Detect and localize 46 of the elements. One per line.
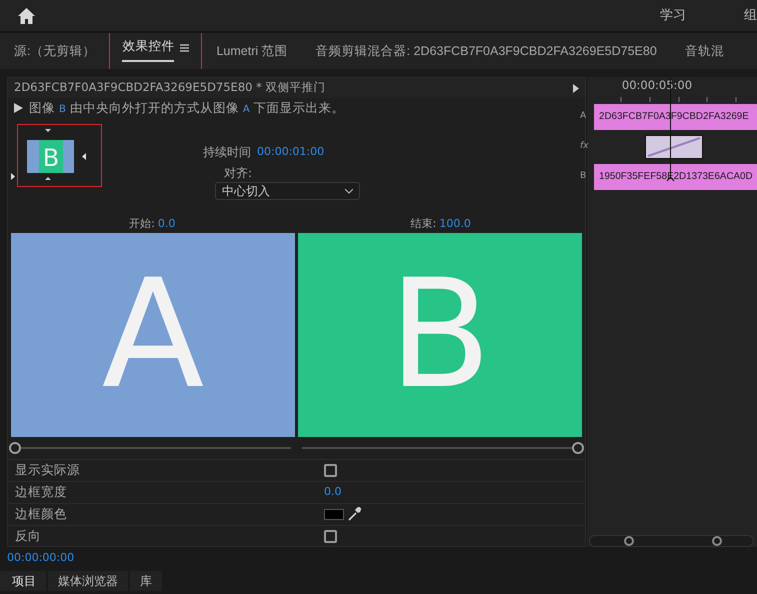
transition-clip[interactable] <box>645 135 703 159</box>
panel-tab[interactable]: 源:（无剪辑） <box>14 37 96 65</box>
preview-letter: B <box>388 260 492 410</box>
start-label: 开始: <box>129 216 155 232</box>
panel-tab[interactable]: 效果控件 <box>122 34 174 62</box>
timecode[interactable]: 00:00:00:00 <box>7 550 74 566</box>
end-label: 结束: <box>410 216 436 232</box>
description-text: 图像 B 由中央向外打开的方式从图像 A 下面显示出来。 <box>29 98 345 117</box>
property-label: 显示实际源 <box>15 461 80 480</box>
track-label: B <box>580 170 588 184</box>
workspace-tab[interactable]: 学习 <box>660 6 686 26</box>
play-icon[interactable] <box>573 84 579 92</box>
expand-triangle-icon[interactable] <box>14 103 23 113</box>
track-label: A <box>580 110 588 124</box>
duration-label: 持续时间 <box>203 144 251 161</box>
checkbox[interactable] <box>324 530 337 543</box>
zoom-scrollbar[interactable] <box>589 535 754 547</box>
end-value[interactable]: 100.0 <box>439 216 471 233</box>
panel-tab[interactable]: 媒体浏览器 <box>48 571 128 591</box>
workspace-tab[interactable]: 组 <box>744 6 757 26</box>
start-value[interactable]: 0.0 <box>158 216 176 233</box>
alignment-label: 对齐: <box>224 165 252 182</box>
clip-title: 2D63FCB7F0A3F9CBD2FA3269E5D75E80 * 双侧平推门 <box>14 79 326 96</box>
panel-tab[interactable]: 音轨混 <box>684 37 724 65</box>
property-value[interactable]: 0.0 <box>324 484 342 501</box>
panel-tab[interactable]: 项目 <box>0 571 46 591</box>
track-label: fx <box>580 140 588 154</box>
checkbox[interactable] <box>324 464 337 477</box>
timeline-time: 00:00:05:00 <box>620 77 694 94</box>
property-label: 边框宽度 <box>15 483 67 502</box>
preview-letter: A <box>102 260 204 410</box>
property-label: 边框颜色 <box>15 505 67 524</box>
home-icon[interactable] <box>18 8 35 24</box>
side-arrow-icon[interactable] <box>11 173 15 180</box>
panel-tab[interactable]: Lumetri 范围 <box>216 37 288 65</box>
duration-value[interactable]: 00:00:01:00 <box>257 144 324 160</box>
property-label: 反向 <box>15 527 41 546</box>
eyedropper-icon[interactable] <box>347 507 362 522</box>
slider-thumb[interactable] <box>572 442 584 454</box>
menu-icon[interactable] <box>180 44 190 52</box>
color-swatch[interactable] <box>324 509 344 520</box>
panel-tab[interactable]: 库 <box>130 571 162 591</box>
panel-tab[interactable]: 音频剪辑混合器: 2D63FCB7F0A3F9CBD2FA3269E5D75E80 <box>316 37 657 65</box>
slider-thumb[interactable] <box>9 442 21 454</box>
caret-icon <box>345 188 353 194</box>
alignment-dropdown[interactable]: 中心切入 <box>215 182 360 200</box>
